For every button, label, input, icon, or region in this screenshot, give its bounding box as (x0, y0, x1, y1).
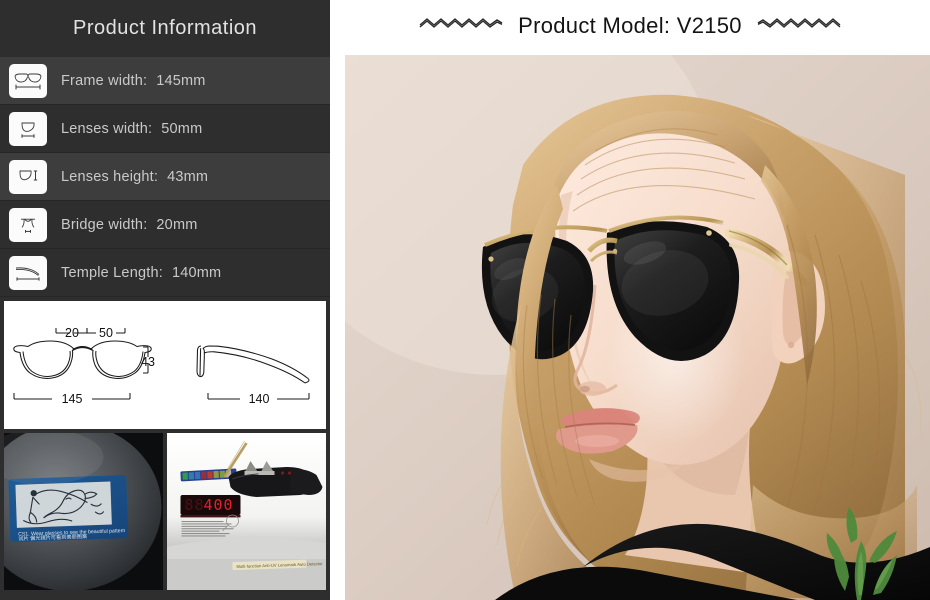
svg-text:4: 4 (204, 496, 214, 514)
model-header: Product Model: V2150 (330, 0, 930, 55)
spec-value-text: 140mm (171, 264, 222, 281)
spec-row-label: Temple Length: 140mm (61, 265, 221, 281)
svg-text:8: 8 (185, 496, 195, 514)
spec-value-text: 43mm (167, 168, 209, 185)
bridge-width-icon (9, 207, 47, 242)
product-detail-page: Product Information Frame width: 145mm L… (0, 0, 930, 600)
dim-lens-width-label: 50 (99, 326, 113, 340)
panel-title: Product Information (0, 0, 330, 57)
spec-row-label: Frame width: 145mm (61, 73, 206, 89)
spec-row-frame-width: Frame width: 145mm (0, 57, 330, 105)
lens-width-icon (9, 111, 47, 146)
svg-text:0: 0 (214, 496, 224, 514)
uv-tester-device-photo: 8 8 4 0 0 Multi-function Anti-UV Lensmar… (167, 433, 326, 590)
temple-length-icon (9, 255, 47, 290)
spec-label-text: Lenses width: (61, 120, 153, 137)
product-photo-strip: CS1. Wear glasses to see the beautiful p… (4, 433, 326, 590)
lens-height-icon (9, 159, 47, 194)
zigzag-ornament-left-icon (418, 15, 504, 36)
product-model-panel: Product Model: V2150 (330, 0, 930, 600)
polarized-lens-test-card-photo: CS1. Wear glasses to see the beautiful p… (4, 433, 163, 590)
spec-row-temple-length: Temple Length: 140mm (0, 249, 330, 297)
model-wearing-sunglasses-photo (345, 55, 930, 600)
spec-label-text: Temple Length: (61, 264, 163, 281)
spec-value-text: 50mm (161, 120, 203, 137)
dim-bridge-label: 20 (65, 326, 79, 340)
page-title: Product Model: V2150 (518, 12, 742, 38)
zigzag-ornament-right-icon (756, 15, 842, 36)
spec-row-lenses-width: Lenses width: 50mm (0, 105, 330, 153)
technical-dimension-drawing: 20 50 43 145 140 (4, 301, 326, 429)
spec-row-label: Lenses height: 43mm (61, 169, 208, 185)
glasses-front-icon (9, 63, 47, 98)
dim-temple-length-label: 140 (249, 392, 270, 406)
spec-row-label: Bridge width: 20mm (61, 217, 198, 233)
spec-label-text: Frame width: (61, 72, 148, 89)
spec-row-bridge-width: Bridge width: 20mm (0, 201, 330, 249)
spec-value-text: 145mm (156, 72, 206, 89)
svg-text:0: 0 (224, 496, 234, 514)
spec-row-lenses-height: Lenses height: 43mm (0, 153, 330, 201)
spec-label-text: Bridge width: (61, 216, 148, 233)
dim-frame-width-label: 145 (62, 392, 83, 406)
product-information-panel: Product Information Frame width: 145mm L… (0, 0, 330, 600)
spec-row-label: Lenses width: 50mm (61, 121, 202, 137)
spec-label-text: Lenses height: (61, 168, 159, 185)
spec-value-text: 20mm (156, 216, 198, 233)
dim-lens-height-label: 43 (141, 355, 155, 369)
